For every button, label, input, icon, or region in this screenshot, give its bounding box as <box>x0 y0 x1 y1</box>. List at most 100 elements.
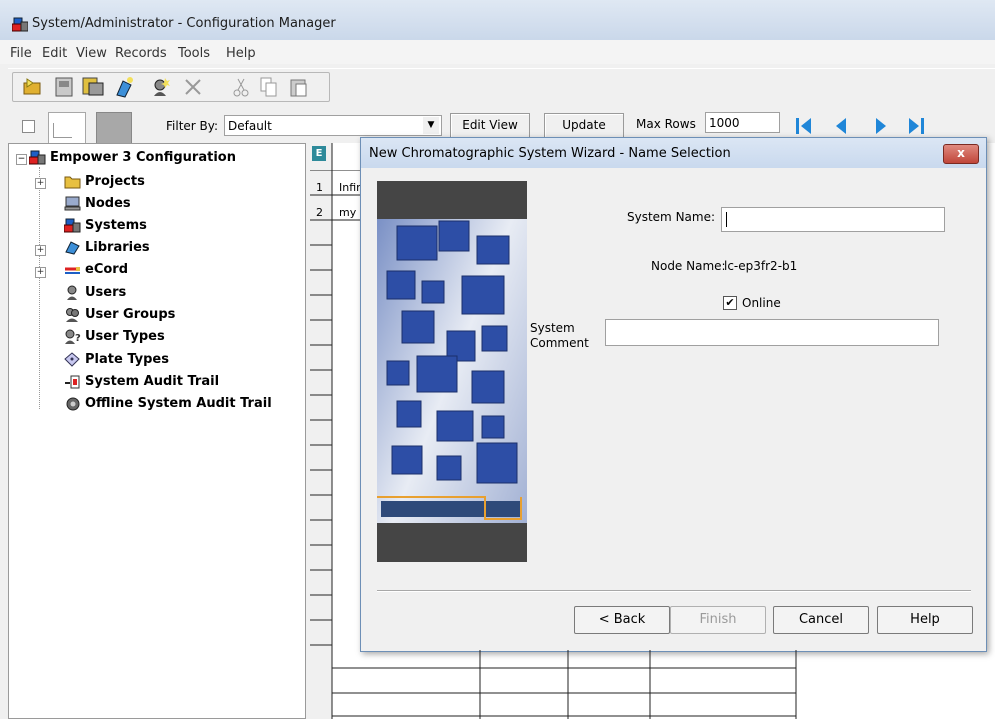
max-rows-input[interactable]: 1000 <box>705 112 780 133</box>
expand-ecord-icon[interactable]: + <box>35 267 46 278</box>
tree-item-label: Nodes <box>85 196 131 211</box>
dialog-separator <box>377 590 971 592</box>
tree-item-label: System Audit Trail <box>85 374 220 389</box>
filter-dropdown[interactable]: Default ▼ <box>224 115 442 136</box>
user-types-icon: ? <box>65 329 81 344</box>
new-system-icon[interactable] <box>80 74 106 100</box>
title-bar: System/Administrator - Configuration Man… <box>0 0 995 40</box>
new-user-icon[interactable] <box>148 74 174 100</box>
expand-projects-icon[interactable]: + <box>35 178 46 189</box>
wizard-illustration <box>377 181 527 562</box>
computer-icon <box>64 196 81 211</box>
filter-value: Default <box>228 119 272 133</box>
grid-corner-icon[interactable]: E <box>312 146 326 161</box>
tree-item-ecord[interactable]: eCord <box>64 262 128 277</box>
user-icon <box>67 285 77 300</box>
tree-root-label: Empower 3 Configuration <box>50 150 236 165</box>
app-icon <box>12 17 28 32</box>
menu-edit[interactable]: Edit <box>42 46 67 61</box>
tree-item-label: Libraries <box>85 240 150 255</box>
tree-item-systems[interactable]: Systems <box>64 218 147 233</box>
tree-item-offline-audit-trail[interactable]: Offline System Audit Trail <box>64 396 272 411</box>
tree-item-label: Users <box>85 285 127 300</box>
view-toggle-button[interactable] <box>48 112 86 144</box>
config-root-icon <box>29 150 46 165</box>
tree-item-users[interactable]: Users <box>64 285 126 300</box>
system-wizard-dialog: New Chromatographic System Wizard - Name… <box>360 137 987 652</box>
tree-item-user-groups[interactable]: User Groups <box>64 307 175 322</box>
offline-audit-icon <box>66 397 80 411</box>
cancel-button[interactable]: Cancel <box>773 606 869 634</box>
tree-connector <box>39 167 40 409</box>
text-cursor <box>726 212 727 227</box>
system-comment-label-2: Comment <box>530 336 589 350</box>
new-project-icon[interactable] <box>20 74 46 100</box>
grid-lines-lower <box>331 650 797 719</box>
system-comment-input[interactable] <box>605 319 939 346</box>
menu-file[interactable]: File <box>10 46 32 61</box>
grid-lines-left <box>310 170 360 646</box>
delete-icon[interactable] <box>180 74 206 100</box>
select-checkbox[interactable] <box>22 120 35 133</box>
tree-item-nodes[interactable]: Nodes <box>64 196 131 211</box>
audit-icon <box>65 375 80 389</box>
tree-item-label: Projects <box>85 174 145 189</box>
online-label: Online <box>742 296 781 310</box>
dialog-title-bar: New Chromatographic System Wizard - Name… <box>361 138 986 168</box>
tree-item-plate-types[interactable]: Plate Types <box>64 352 169 367</box>
collapse-icon[interactable]: − <box>16 154 27 165</box>
dialog-title: New Chromatographic System Wizard - Name… <box>369 146 731 161</box>
edit-view-button[interactable]: Edit View <box>450 113 530 138</box>
configuration-tree <box>8 143 306 719</box>
first-record-icon[interactable] <box>793 114 815 138</box>
menu-records[interactable]: Records <box>115 46 167 61</box>
dropdown-arrow-icon[interactable]: ▼ <box>423 117 439 134</box>
folder-icon <box>64 176 81 189</box>
last-record-icon[interactable] <box>905 114 927 138</box>
menu-tools[interactable]: Tools <box>178 46 210 61</box>
ecord-icon <box>65 267 80 274</box>
tree-item-label: Offline System Audit Trail <box>85 396 272 411</box>
window-title: System/Administrator - Configuration Man… <box>32 16 336 31</box>
plate-icon <box>64 352 80 367</box>
tree-root[interactable]: Empower 3 Configuration <box>29 150 236 165</box>
tree-item-label: User Types <box>85 329 165 344</box>
expand-libraries-icon[interactable]: + <box>35 245 46 256</box>
previous-record-icon[interactable] <box>830 114 852 138</box>
max-rows-value: 1000 <box>709 116 740 130</box>
tree-item-libraries[interactable]: Libraries <box>64 240 150 255</box>
finish-button[interactable]: Finish <box>670 606 766 634</box>
tree-item-label: Plate Types <box>85 352 169 367</box>
paste-icon[interactable] <box>286 74 312 100</box>
back-button[interactable]: < Back <box>574 606 670 634</box>
close-icon[interactable]: x <box>943 144 979 164</box>
system-name-input[interactable] <box>721 207 945 232</box>
copy-icon[interactable] <box>256 74 282 100</box>
tree-item-projects[interactable]: Projects <box>64 174 145 189</box>
tree-item-system-audit-trail[interactable]: System Audit Trail <box>64 374 219 389</box>
new-library-icon[interactable] <box>112 74 138 100</box>
tree-item-label: Systems <box>85 218 147 233</box>
help-button[interactable]: Help <box>877 606 973 634</box>
filter-label: Filter By: <box>166 119 219 133</box>
new-node-icon[interactable] <box>52 74 78 100</box>
menu-view[interactable]: View <box>76 46 107 61</box>
systems-icon <box>64 218 81 233</box>
libraries-icon <box>65 241 80 255</box>
node-name-value: lc-ep3fr2-b1 <box>724 259 798 273</box>
cut-icon[interactable] <box>228 74 254 100</box>
preview-button[interactable] <box>96 112 132 144</box>
system-name-label: System Name: <box>627 210 716 224</box>
node-name-label: Node Name: <box>651 259 726 273</box>
svg-text:?: ? <box>75 333 81 344</box>
table-view-icon <box>53 123 72 138</box>
user-groups-icon <box>66 308 79 322</box>
tree-item-label: User Groups <box>85 307 176 322</box>
max-rows-label: Max Rows <box>636 117 696 131</box>
update-button[interactable]: Update <box>544 113 624 138</box>
system-comment-label-1: System <box>530 321 575 335</box>
tree-item-user-types[interactable]: ? User Types <box>64 329 165 344</box>
next-record-icon[interactable] <box>870 114 892 138</box>
menu-help[interactable]: Help <box>226 46 256 61</box>
online-checkbox[interactable]: ✔ <box>723 296 737 310</box>
